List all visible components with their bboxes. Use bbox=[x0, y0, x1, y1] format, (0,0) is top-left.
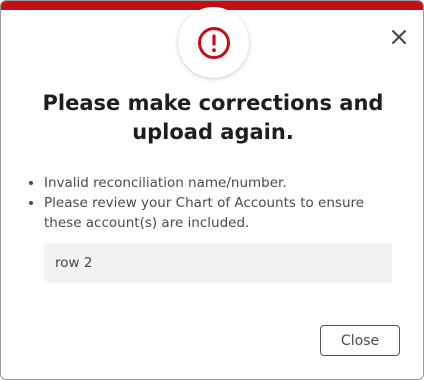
exclamation-circle-icon bbox=[197, 26, 231, 60]
error-detail-text: row 2 bbox=[55, 255, 93, 271]
dialog-title: Please make corrections and upload again… bbox=[42, 91, 384, 144]
close-button[interactable]: Close bbox=[320, 325, 400, 356]
close-icon[interactable] bbox=[390, 28, 408, 46]
error-dialog: Please make corrections and upload again… bbox=[0, 0, 424, 380]
error-item: Invalid reconciliation name/number. bbox=[44, 173, 393, 193]
error-list: Invalid reconciliation name/number. Plea… bbox=[23, 173, 393, 233]
alert-badge bbox=[178, 7, 249, 78]
error-detail-box: row 2 bbox=[44, 243, 392, 283]
error-item: Please review your Chart of Accounts to … bbox=[44, 193, 393, 233]
